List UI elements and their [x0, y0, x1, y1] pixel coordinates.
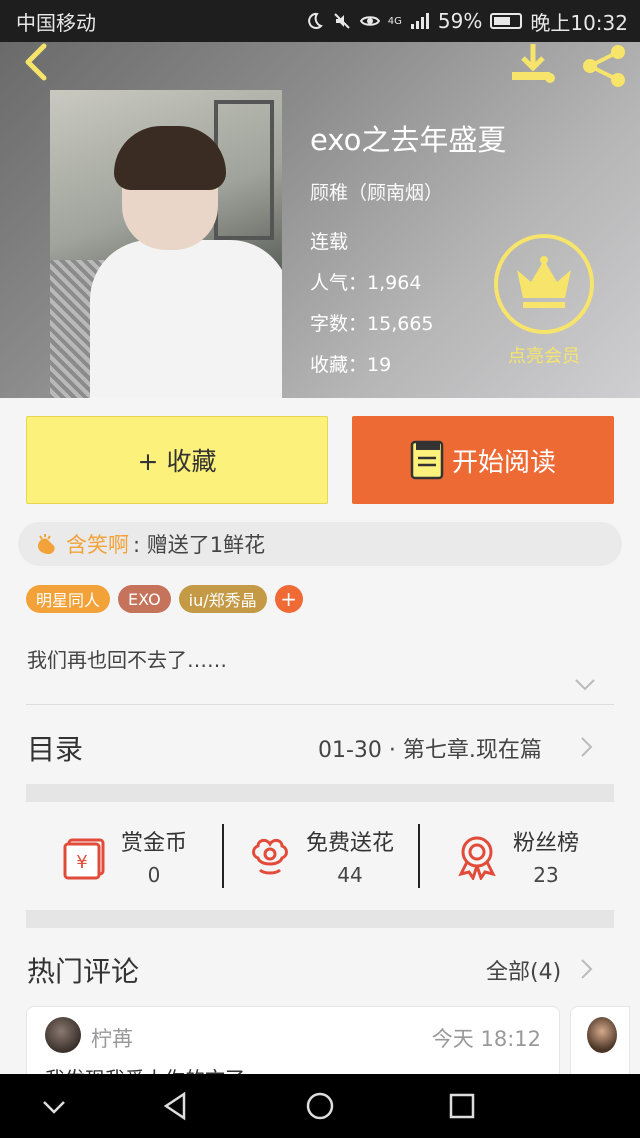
battery-icon [490, 13, 523, 29]
recents-nav-icon[interactable] [446, 1090, 478, 1122]
divider [26, 704, 614, 705]
favorites-label: 收藏： [310, 354, 368, 376]
home-nav-icon[interactable] [304, 1090, 336, 1122]
collect-button[interactable]: + 收藏 [26, 416, 328, 504]
book-info: exo之去年盛夏 顾稚（顾南烟） 连载 人气：1,964 字数：15,665 收… [310, 122, 506, 377]
tag-list: 明星同人 EXO iu/郑秀晶 + [26, 585, 303, 613]
book-favorites: 收藏：19 [310, 350, 506, 377]
comment-username[interactable]: 柠苒 [91, 1023, 133, 1053]
toc-label[interactable]: 目录 [27, 728, 83, 768]
word-count-value: 15,665 [367, 313, 434, 335]
book-header: exo之去年盛夏 顾稚（顾南烟） 连载 人气：1,964 字数：15,665 收… [0, 42, 640, 398]
book-word-count: 字数：15,665 [310, 309, 506, 336]
share-icon[interactable] [578, 44, 630, 88]
book-title: exo之去年盛夏 [310, 123, 507, 157]
stat-label: 赏金币 [120, 831, 187, 856]
back-nav-icon[interactable] [160, 1090, 192, 1122]
stat-fans[interactable]: 粉丝榜 23 [418, 818, 614, 894]
start-reading-button[interactable]: 开始阅读 [352, 416, 614, 504]
mute-icon [334, 13, 350, 29]
avatar[interactable] [45, 1017, 81, 1053]
hide-nav-icon[interactable] [38, 1090, 70, 1122]
cover-hair [114, 126, 226, 190]
flower-icon [252, 838, 288, 875]
book-popularity: 人气：1,964 [310, 268, 506, 295]
stat-value: 44 [337, 863, 363, 887]
battery-percent: 59% [437, 9, 483, 33]
gift-user[interactable]: 含笑啊 [66, 529, 129, 559]
svg-text:¥: ¥ [76, 852, 87, 873]
status-icons: 4G 59% 晚上10:32 [304, 7, 628, 36]
vip-circle [494, 234, 594, 334]
book-status: 连载 [310, 231, 349, 253]
download-icon[interactable] [508, 42, 558, 88]
book-icon [410, 440, 444, 480]
section-band [26, 910, 614, 928]
status-bar: 中国移动 4G 59% 晚上10:32 [0, 0, 640, 42]
tag-item[interactable]: EXO [118, 585, 171, 613]
vip-label: 点亮会员 [508, 346, 580, 367]
clap-icon [38, 534, 55, 554]
stat-value: 0 [147, 863, 161, 887]
add-tag-button[interactable]: + [274, 585, 303, 613]
stats-row: ¥ 赏金币 0 免费送花 44 粉丝榜 23 [26, 818, 614, 894]
toc-latest-chapter[interactable]: 01-30 · 第七章.现在篇 [318, 732, 542, 764]
clock: 晚上10:32 [530, 10, 628, 35]
eye-icon [359, 16, 380, 26]
comment-time: 今天 18:12 [431, 1027, 541, 1051]
book-author[interactable]: 顾稚（顾南烟） [310, 178, 506, 205]
popularity-value: 1,964 [367, 272, 422, 294]
signal-icon [410, 13, 429, 29]
system-nav-bar [0, 1074, 640, 1138]
stat-label: 粉丝榜 [512, 831, 579, 856]
chevron-down-icon[interactable] [574, 678, 596, 692]
gift-banner[interactable]: 含笑啊 : 赠送了1鲜花 [18, 522, 622, 566]
moon-icon [308, 12, 323, 29]
stat-value: 23 [533, 863, 559, 887]
cover-shirt [90, 240, 282, 398]
book-description: 我们再也回不去了…… [27, 648, 227, 672]
avatar[interactable] [587, 1017, 617, 1053]
word-count-label: 字数： [310, 313, 368, 335]
gift-message: : 赠送了1鲜花 [133, 533, 266, 557]
chevron-right-icon[interactable] [580, 958, 594, 980]
crown-icon [517, 256, 571, 308]
popularity-label: 人气： [310, 272, 368, 294]
reward-coin-icon: ¥ [63, 838, 105, 880]
start-reading-label: 开始阅读 [451, 447, 556, 478]
ribbon-medal-icon [458, 836, 496, 880]
stat-label: 免费送花 [305, 831, 394, 856]
book-cover-image[interactable] [50, 90, 282, 398]
tag-item[interactable]: 明星同人 [26, 585, 111, 613]
stat-flower[interactable]: 免费送花 44 [222, 818, 418, 894]
section-band [26, 784, 614, 802]
vip-button[interactable]: 点亮会员 [494, 234, 594, 368]
hot-comments-label: 热门评论 [27, 955, 140, 988]
stat-reward[interactable]: ¥ 赏金币 0 [26, 818, 222, 894]
all-comments-link[interactable]: 全部(4) [486, 954, 561, 986]
network-badge: 4G [387, 15, 402, 27]
back-icon[interactable] [14, 42, 58, 86]
favorites-value: 19 [367, 354, 392, 376]
tag-item[interactable]: iu/郑秀晶 [178, 585, 267, 613]
carrier-label: 中国移动 [16, 10, 96, 35]
chevron-right-icon[interactable] [580, 736, 594, 758]
